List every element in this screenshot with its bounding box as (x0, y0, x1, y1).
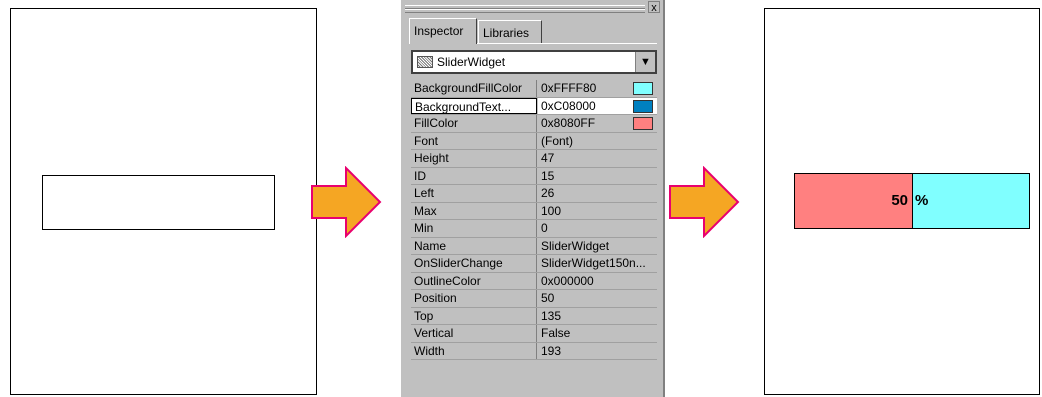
slider-unit-label: % (915, 192, 929, 209)
property-value[interactable]: 26 (538, 185, 657, 202)
selected-object-label: SliderWidget (437, 55, 506, 69)
property-row[interactable]: FillColor 0x8080FF (411, 115, 657, 133)
property-name: FillColor (411, 115, 537, 132)
empty-widget-outline[interactable] (42, 175, 275, 230)
property-name: ID (411, 167, 537, 184)
property-name: Name (411, 237, 537, 254)
property-value[interactable]: 15 (538, 168, 657, 185)
property-row[interactable]: Vertical False (411, 325, 657, 343)
property-value[interactable]: 47 (538, 150, 657, 167)
tab-libraries[interactable]: Libraries (478, 20, 542, 44)
property-value[interactable]: (Font) (538, 133, 657, 150)
arrow-shape (669, 166, 740, 238)
property-name: Font (411, 132, 537, 149)
color-swatch[interactable] (633, 117, 653, 130)
property-name: Vertical (411, 325, 537, 342)
inspector-panel: x Inspector Libraries SliderWidget ▼ Bac… (399, 0, 665, 397)
property-name: Width (411, 342, 537, 359)
property-name: Top (411, 307, 537, 324)
property-name: Min (411, 220, 537, 237)
property-name: Max (411, 202, 537, 219)
property-value[interactable]: 50 (538, 290, 657, 307)
property-row[interactable]: BackgroundFillColor 0xFFFF80 (411, 80, 657, 98)
property-row[interactable]: Height 47 (411, 150, 657, 168)
color-swatch[interactable] (633, 82, 653, 95)
property-row[interactable]: BackgroundText... 0xC08000 (411, 97, 657, 115)
close-button[interactable]: x (648, 1, 660, 14)
property-value[interactable]: 135 (538, 308, 657, 325)
property-name: OutlineColor (411, 272, 537, 289)
right-arrow-icon (669, 166, 740, 238)
canvas-after: 50 % (764, 8, 1040, 395)
property-row[interactable]: ID 15 (411, 167, 657, 185)
color-swatch[interactable] (633, 99, 653, 113)
property-row[interactable]: Position 50 (411, 290, 657, 308)
property-name: Position (411, 290, 537, 307)
property-value[interactable]: 100 (538, 203, 657, 220)
property-row[interactable]: OnSliderChange SliderWidget150n... (411, 255, 657, 273)
property-value[interactable]: 0 (538, 220, 657, 237)
slider-background (913, 174, 1029, 228)
widget-icon (417, 56, 433, 68)
chevron-down-icon[interactable]: ▼ (635, 52, 655, 72)
right-arrow-icon (311, 166, 382, 238)
property-value[interactable]: 193 (538, 343, 657, 360)
slider-widget[interactable]: 50 % (794, 173, 1030, 229)
property-row[interactable]: Font (Font) (411, 132, 657, 150)
property-name: Left (411, 185, 537, 202)
arrow-shape (311, 166, 382, 238)
property-row[interactable]: Name SliderWidget (411, 237, 657, 255)
canvas-before (10, 8, 317, 395)
tab-inspector[interactable]: Inspector (409, 18, 477, 44)
property-value[interactable]: False (538, 325, 657, 342)
panel-grip-line (405, 9, 645, 13)
object-selector-dropdown[interactable]: SliderWidget ▼ (411, 50, 657, 74)
property-value[interactable]: SliderWidget150n... (538, 255, 657, 272)
property-name: OnSliderChange (411, 255, 537, 272)
slider-value-label: 50 (891, 192, 908, 209)
property-value[interactable]: SliderWidget (538, 238, 657, 255)
property-name: BackgroundFillColor (411, 80, 537, 97)
property-name: Height (411, 150, 537, 167)
property-grid: BackgroundFillColor 0xFFFF80 BackgroundTex… (411, 80, 657, 360)
property-row[interactable]: Top 135 (411, 307, 657, 325)
property-row[interactable]: Max 100 (411, 202, 657, 220)
property-value[interactable]: 0x000000 (538, 273, 657, 290)
property-name: BackgroundText... (411, 97, 537, 114)
property-row[interactable]: Min 0 (411, 220, 657, 238)
property-row[interactable]: OutlineColor 0x000000 (411, 272, 657, 290)
property-row[interactable]: Width 193 (411, 342, 657, 360)
property-row[interactable]: Left 26 (411, 185, 657, 203)
